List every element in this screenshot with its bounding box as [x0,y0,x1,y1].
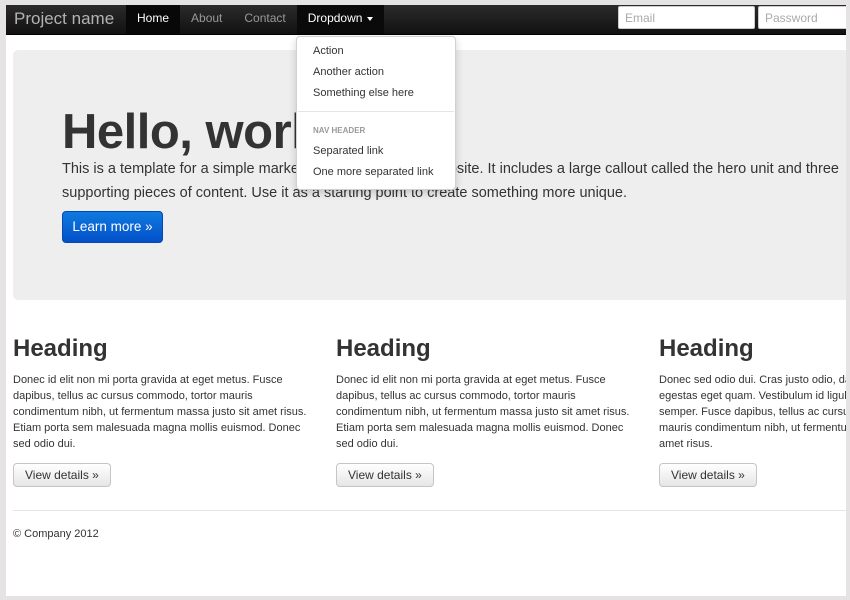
footer-text: © Company 2012 [13,528,99,540]
content-column-3: Heading Donec sed odio dui. Cras justo o… [659,335,846,487]
column-text: Donec id elit non mi porta gravida at eg… [336,374,630,450]
navbar: Project name Home About Contact Dropdown [6,5,846,35]
view-details-button[interactable]: View details » [659,463,757,487]
dropdown-label: Dropdown [307,11,363,25]
column-text: Donec id elit non mi porta gravida at eg… [13,374,307,450]
menu-item-something-else[interactable]: Something else here [313,87,414,99]
menu-item-action[interactable]: Action [313,45,344,57]
nav-item-home[interactable]: Home [126,5,181,34]
browser-page: Hello, world! This is a template for a s… [6,5,846,596]
nav-item-about[interactable]: About [180,5,233,34]
caret-down-icon [367,16,374,21]
content-column-2: Heading Donec id elit non mi porta gravi… [336,335,636,487]
password-input[interactable] [758,6,846,29]
column-heading: Heading [659,335,754,362]
menu-item-another-action[interactable]: Another action [313,66,384,78]
dropdown-menu: Action Another action Something else her… [296,36,456,190]
learn-more-button[interactable]: Learn more » [62,211,163,243]
menu-divider [298,111,454,112]
nav-item-contact[interactable]: Contact [233,5,296,34]
nav-menu: Home About Contact Dropdown [126,5,385,34]
nav-item-dropdown[interactable]: Dropdown [296,5,385,34]
column-heading: Heading [336,335,431,362]
menu-item-more-separated-link[interactable]: One more separated link [313,166,433,178]
footer-divider [13,510,846,511]
view-details-button[interactable]: View details » [336,463,434,487]
column-heading: Heading [13,335,108,362]
view-details-button[interactable]: View details » [13,463,111,487]
email-input[interactable] [618,6,755,29]
content-column-1: Heading Donec id elit non mi porta gravi… [13,335,313,487]
column-text: Donec sed odio dui. Cras justo odio, dap… [659,374,846,450]
menu-item-separated-link[interactable]: Separated link [313,145,383,157]
menu-nav-header: NAV HEADER [313,126,366,135]
brand-link[interactable]: Project name [14,9,114,29]
